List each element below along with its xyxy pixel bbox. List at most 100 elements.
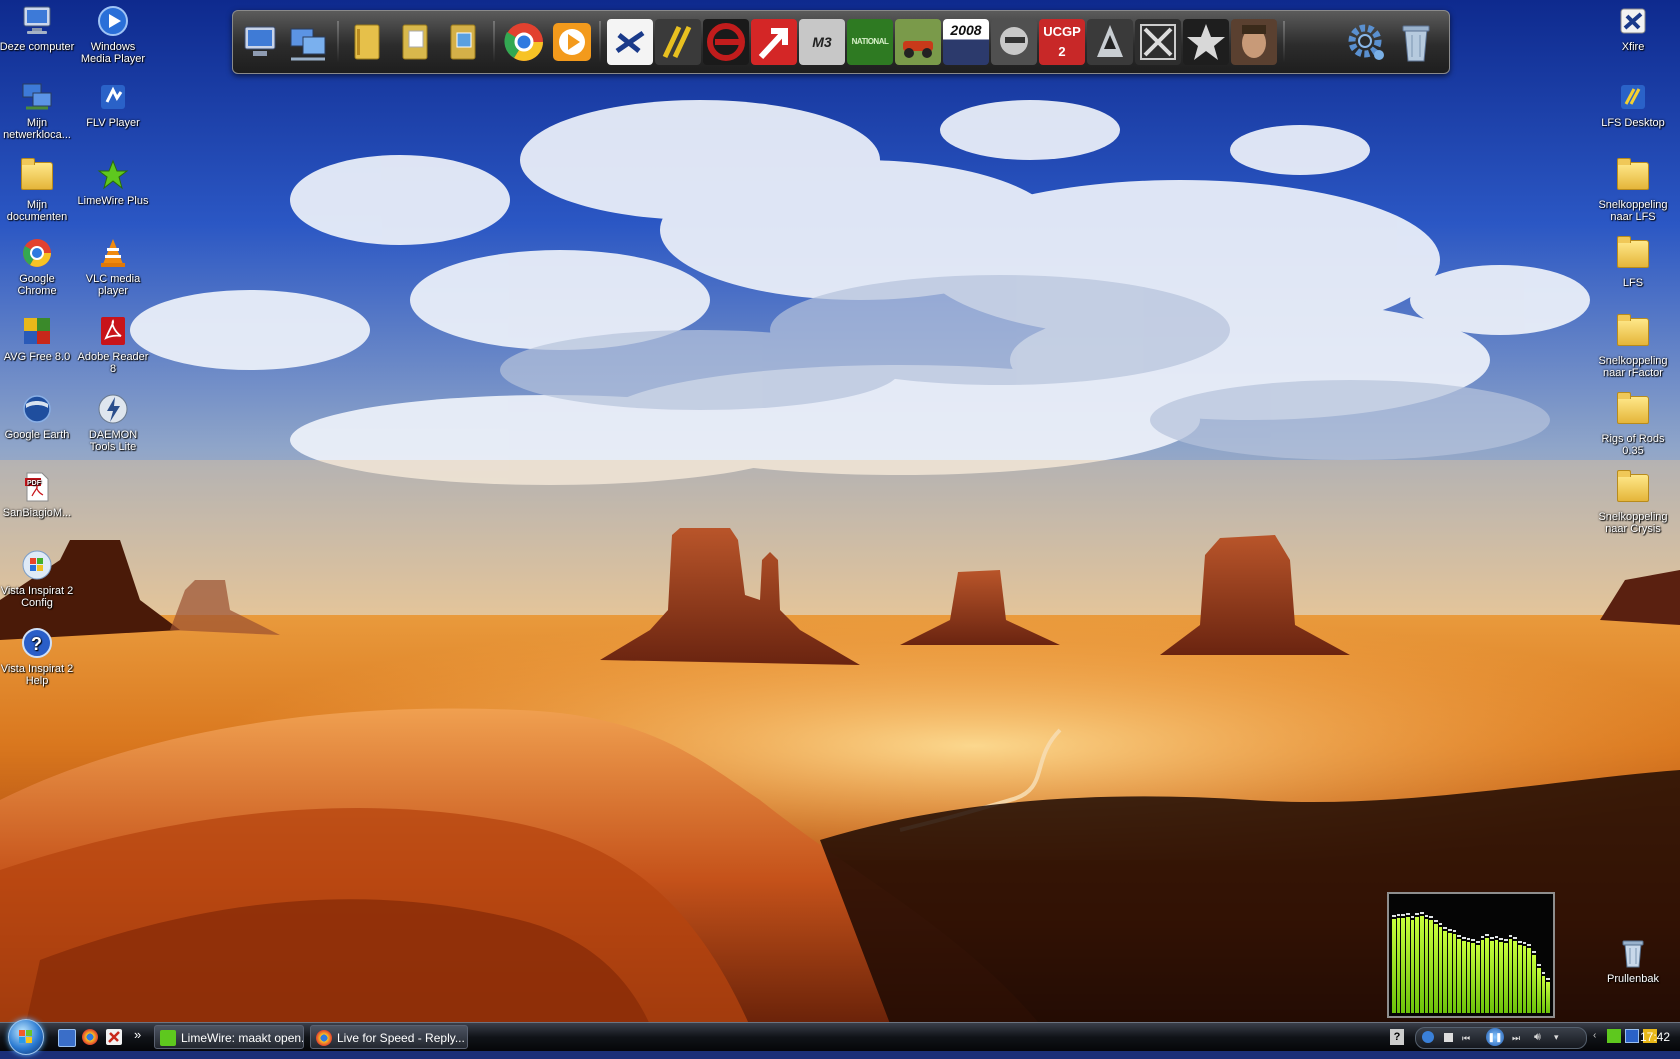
desktop-icon-rigs-of-rods[interactable]: Rigs of Rods 0.35 — [1595, 392, 1671, 457]
dock-racing-2008[interactable]: 2008 — [943, 19, 989, 65]
pictures-folder-icon — [450, 24, 476, 60]
dock-m3-game[interactable]: M3 — [799, 19, 845, 65]
desktop-icon-vlc[interactable]: VLC media player — [75, 236, 151, 297]
desktop-icon-google-earth[interactable]: Google Earth — [0, 392, 75, 441]
desktop-icon-lfs-folder[interactable]: LFS — [1595, 236, 1671, 289]
desktop-icon-adobe-reader[interactable]: Adobe Reader 8 — [75, 314, 151, 375]
tray-expand-icon[interactable]: ‹ — [1593, 1030, 1596, 1041]
desktop-icon-flv-player[interactable]: FLV Player — [75, 80, 151, 129]
folder-shortcut-icon — [1616, 314, 1650, 352]
dock-separator — [493, 21, 495, 63]
desktop-icon-snelkoppeling-rfactor[interactable]: Snelkoppeling naar rFactor — [1595, 314, 1671, 379]
media-player-icon — [96, 4, 130, 38]
taskbar-button-limewire[interactable]: LimeWire: maakt open... — [154, 1025, 304, 1049]
dock-recycle-bin[interactable] — [1393, 19, 1439, 65]
folder-icon — [1616, 392, 1650, 430]
dock-national-game[interactable]: NATIONAL — [847, 19, 893, 65]
dock-separator — [1283, 21, 1285, 63]
visualizer-bar — [1457, 934, 1462, 1013]
desktop-icon-windows-media-player[interactable]: Windows Media Player — [75, 4, 151, 65]
dock-assassins-creed[interactable] — [1087, 19, 1133, 65]
visualizer-bar — [1401, 913, 1406, 1013]
visualizer-bar — [1392, 915, 1396, 1013]
dock-pictures[interactable] — [441, 19, 487, 65]
my-computer-icon — [244, 26, 276, 56]
visualizer-bar — [1434, 919, 1438, 1013]
offroad-game-icon — [895, 19, 941, 65]
taskbar: » LimeWire: maakt open... Live for Speed… — [0, 1019, 1680, 1055]
desktop-icon-avg[interactable]: AVG Free 8.0 — [0, 314, 75, 363]
racing-2008-icon: 2008 — [950, 22, 982, 38]
adobe-reader-icon — [96, 314, 130, 348]
quick-launch-overflow[interactable]: » — [134, 1027, 141, 1042]
volume-icon[interactable]: 🔊︎ — [1534, 1031, 1541, 1044]
desktop-icon-netwerklocaties[interactable]: Mijn netwerkloca... — [0, 80, 75, 141]
desktop-icon-daemon-tools[interactable]: DAEMON Tools Lite — [75, 392, 151, 453]
dock-lfs[interactable] — [655, 19, 701, 65]
dock-chrome[interactable] — [501, 19, 547, 65]
ucgp2-game-icon: UCGP 2 — [1043, 24, 1081, 59]
media-player-icon[interactable] — [1422, 1031, 1434, 1043]
folder-icon — [1616, 236, 1650, 274]
previous-icon[interactable]: ⏮ — [1462, 1033, 1470, 1044]
desktop-icon-deze-computer[interactable]: Deze computer — [0, 4, 75, 53]
pdf-file-icon: PDF — [20, 470, 54, 504]
vista-config-icon — [20, 548, 54, 582]
desktop-icon-pdf-file[interactable]: PDF SanBiagioM... — [0, 470, 75, 519]
dock-helmet-game[interactable] — [991, 19, 1037, 65]
dock-portrait-game[interactable] — [1231, 19, 1277, 65]
chevron-down-icon[interactable]: ▾ — [1554, 1032, 1559, 1043]
dock-offroad-game[interactable] — [895, 19, 941, 65]
helmet-game-icon — [991, 19, 1037, 65]
desktop-icon-limewire-plus[interactable]: LimeWire Plus — [75, 158, 151, 207]
audio-visualizer-gadget[interactable] — [1387, 892, 1555, 1018]
dock-folder[interactable] — [345, 19, 391, 65]
svg-text:?: ? — [31, 634, 42, 654]
clock[interactable]: 17:42 — [1640, 1023, 1670, 1051]
visualizer-bar — [1462, 937, 1466, 1013]
network-tray-icon[interactable] — [1625, 1029, 1639, 1043]
desktop-icon-snelkoppeling-lfs[interactable]: Snelkoppeling naar LFS — [1595, 158, 1671, 223]
dock-rfactor[interactable] — [703, 19, 749, 65]
desktop-icon-vista-inspirat-config[interactable]: Vista Inspirat 2 Config — [0, 548, 75, 609]
visualizer-bar — [1406, 912, 1410, 1013]
visualizer-bar — [1443, 926, 1448, 1013]
visualizer-bar — [1448, 928, 1452, 1013]
dock-documents[interactable] — [393, 19, 439, 65]
dock-crysis[interactable] — [1135, 19, 1181, 65]
dock-red-arrow-game[interactable] — [751, 19, 797, 65]
visualizer-bar — [1536, 963, 1541, 1013]
avg-icon — [20, 314, 54, 348]
visualizer-bar — [1508, 934, 1513, 1013]
pause-icon[interactable]: ❚❚ — [1486, 1028, 1504, 1046]
dock-ucgp2-game[interactable]: UCGP 2 — [1039, 19, 1085, 65]
system-tray: ? ⏮ ❚❚ ⏭ 🔊︎ ▾ ‹ 17:42 — [1390, 1023, 1680, 1051]
limewire-tray-icon[interactable] — [1607, 1029, 1621, 1043]
desktop-icon-lfs-desktop[interactable]: LFS Desktop — [1595, 80, 1671, 129]
desktop-icon-snelkoppeling-crysis[interactable]: Snelkoppeling naar Crysis — [1595, 470, 1671, 535]
visualizer-bar — [1438, 923, 1443, 1013]
stop-icon[interactable] — [1444, 1033, 1453, 1042]
desktop-icon-prullenbak[interactable]: Prullenbak — [1595, 936, 1671, 985]
desktop-icon-xfire[interactable]: Xfire — [1595, 4, 1671, 53]
recycle-bin-icon — [1402, 25, 1430, 62]
xfire-icon — [607, 19, 653, 65]
desktop-icon-vista-inspirat-help[interactable]: ? Vista Inspirat 2 Help — [0, 626, 75, 687]
dock-star-game[interactable] — [1183, 19, 1229, 65]
show-desktop-icon[interactable] — [58, 1029, 76, 1047]
chrome-icon[interactable] — [82, 1029, 98, 1045]
next-icon[interactable]: ⏭ — [1512, 1033, 1520, 1044]
xfire-icon[interactable] — [106, 1029, 122, 1045]
settings-gear-icon — [1348, 24, 1384, 60]
dock-settings[interactable] — [1343, 19, 1389, 65]
dock-media-player[interactable] — [549, 19, 595, 65]
dock-network[interactable] — [285, 19, 331, 65]
desktop-icon-mijn-documenten[interactable]: Mijn documenten — [0, 158, 75, 223]
taskbar-button-live-for-speed[interactable]: Live for Speed - Reply... — [310, 1025, 468, 1049]
dock-xfire[interactable] — [607, 19, 653, 65]
dock-my-computer[interactable] — [239, 19, 285, 65]
media-player-mini-controls: ⏮ ❚❚ ⏭ 🔊︎ ▾ — [1415, 1027, 1587, 1049]
help-icon[interactable]: ? — [1390, 1029, 1404, 1045]
desktop-icon-google-chrome[interactable]: Google Chrome — [0, 236, 75, 297]
google-earth-icon — [20, 392, 54, 426]
